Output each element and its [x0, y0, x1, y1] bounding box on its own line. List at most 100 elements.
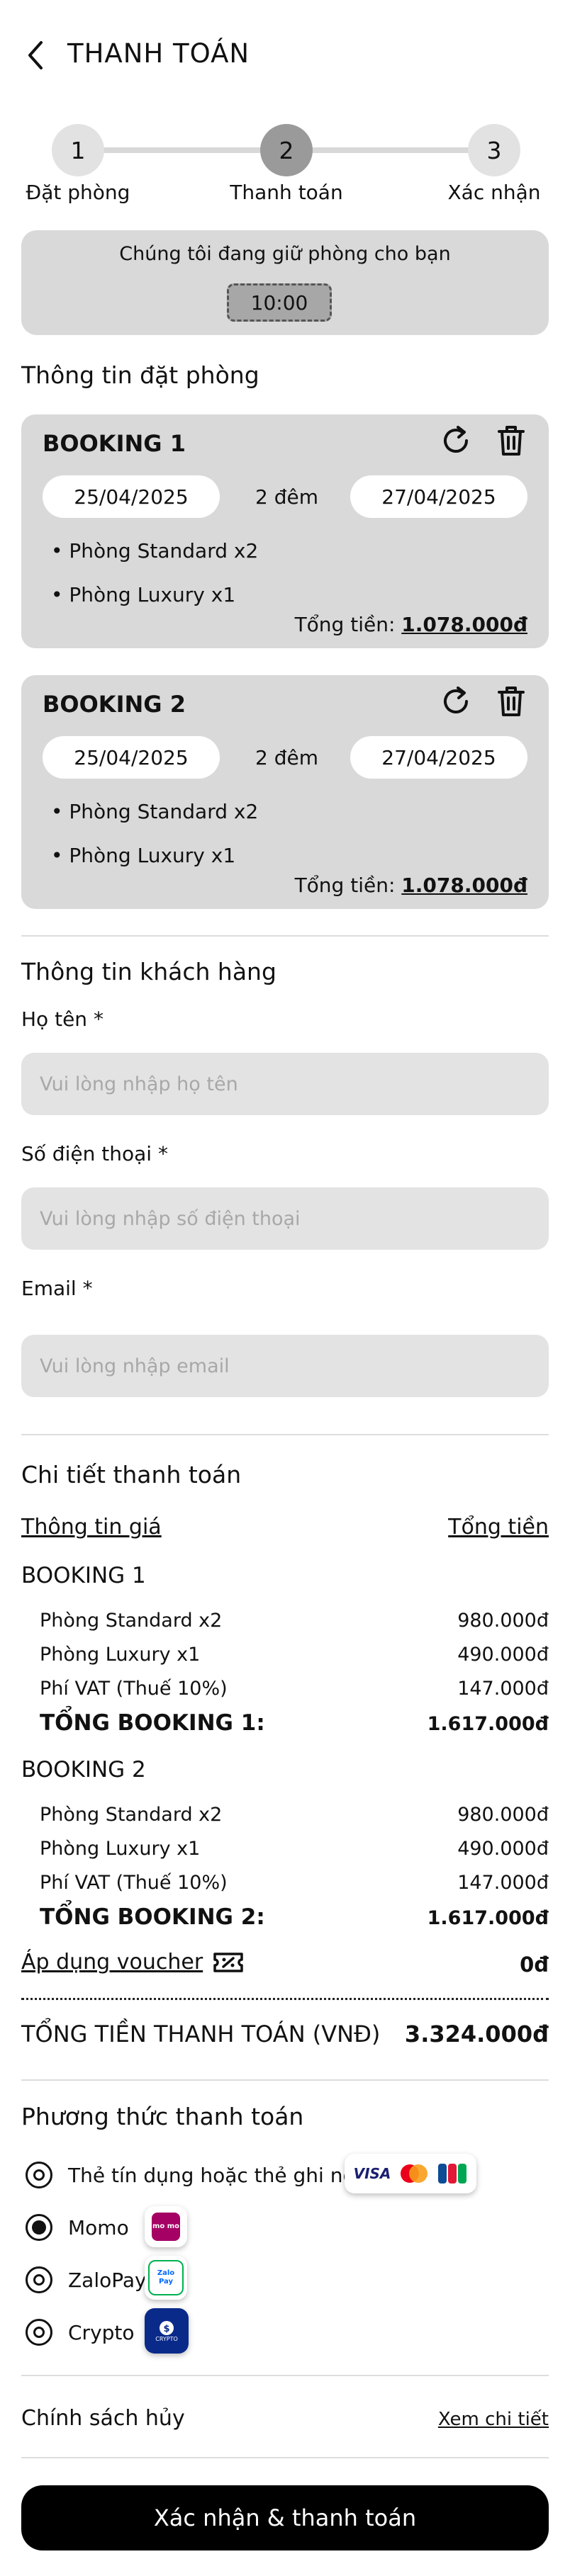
crypto-logo: $ CRYPTO — [155, 2320, 178, 2342]
page-title: THANH TOÁN — [67, 38, 250, 69]
payment-option-zalopay[interactable]: ZaloPay Zalo Pay — [26, 2256, 522, 2301]
payment-option-label: ZaloPay — [68, 2269, 147, 2292]
stepper: 1 2 3 Đặt phòng Thanh toán Xác nhận — [0, 120, 570, 213]
step-3-circle: 3 — [468, 124, 520, 176]
radio-button[interactable] — [26, 2162, 52, 2188]
hold-timer: 10:00 — [227, 283, 332, 322]
jcb-logo — [438, 2164, 467, 2184]
nights-count: 2 đêm — [255, 485, 318, 509]
price-row-label: Phòng Luxury x1 — [40, 1838, 201, 1860]
nights-count: 2 đêm — [255, 746, 318, 769]
voucher-ticket-icon — [213, 1952, 243, 1972]
voucher-label: Áp dụng voucher — [21, 1950, 203, 1975]
trash-icon[interactable] — [495, 684, 527, 722]
divider — [21, 2457, 549, 2458]
phone-field[interactable] — [21, 1187, 549, 1250]
payment-option-label: Thẻ tín dụng hoặc thẻ ghi nợ — [68, 2164, 355, 2187]
payment-option-crypto[interactable]: Crypto $ CRYPTO — [26, 2308, 522, 2354]
dotted-divider — [21, 1998, 549, 2000]
booking-subtotal-label: TỔNG BOOKING 2: — [40, 1904, 265, 1930]
price-row-label: Phí VAT (Thuế 10%) — [40, 1678, 228, 1700]
booking-card: BOOKING 2 25/04/2025 2 đêm 27/04/2025 • … — [21, 675, 549, 909]
booking-card: BOOKING 1 25/04/2025 2 đêm 27/04/2025 • … — [21, 414, 549, 648]
zalopay-logo: Zalo Pay — [148, 2260, 184, 2295]
price-row-label: Phòng Standard x2 — [40, 1610, 223, 1632]
hold-message: Chúng tôi đang giữ phòng cho bạn — [119, 243, 451, 265]
grand-total-value: 3.324.000đ — [404, 2021, 549, 2047]
visa-logo: VISA — [353, 2165, 391, 2182]
view-details-link[interactable]: Xem chi tiết — [438, 2409, 549, 2430]
cancel-policy-title: Chính sách hủy — [21, 2406, 185, 2431]
checkout-date[interactable]: 27/04/2025 — [350, 475, 527, 518]
booking-section-title: Thông tin đặt phòng — [21, 361, 259, 389]
price-info-header: Thông tin giá — [21, 1515, 162, 1540]
room-item: • Phòng Standard x2 — [51, 800, 259, 823]
checkin-date[interactable]: 25/04/2025 — [43, 475, 220, 518]
price-row-value: 490.000đ — [457, 1644, 549, 1666]
total-header: Tổng tiền — [448, 1515, 549, 1540]
payment-methods-title: Phương thức thanh toán — [21, 2103, 304, 2130]
step-1-circle: 1 — [52, 124, 104, 176]
back-button[interactable] — [21, 35, 50, 75]
phone-label: Số điện thoại * — [21, 1142, 168, 1165]
name-label: Họ tên * — [21, 1007, 104, 1031]
divider — [21, 2375, 549, 2376]
price-row-label: Phí VAT (Thuế 10%) — [40, 1872, 228, 1894]
zalopay-logo-icon: Zalo Pay — [145, 2256, 187, 2300]
checkout-date[interactable]: 27/04/2025 — [350, 736, 527, 779]
booking-subtotal-value: 1.617.000đ — [427, 1907, 549, 1929]
radio-button[interactable] — [26, 2319, 52, 2346]
payment-option-label: Momo — [68, 2216, 129, 2239]
mastercard-logo — [401, 2164, 428, 2183]
checkin-date[interactable]: 25/04/2025 — [43, 736, 220, 779]
divider — [21, 1434, 549, 1435]
booking-total: Tổng tiền: 1.078.000đ — [294, 874, 527, 897]
step-3-label: Xác nhận — [447, 181, 541, 204]
booking-total: Tổng tiền: 1.078.000đ — [294, 613, 527, 636]
price-row-value: 980.000đ — [457, 1610, 549, 1632]
divider — [21, 935, 549, 937]
room-item: • Phòng Luxury x1 — [51, 583, 236, 606]
payment-option-momo[interactable]: Momo mo mo — [26, 2206, 522, 2249]
crypto-coin-icon: $ — [160, 2320, 174, 2335]
chevron-left-icon — [28, 41, 43, 69]
refresh-icon[interactable] — [438, 684, 474, 722]
booking-title: BOOKING 1 — [43, 430, 186, 457]
email-label: Email * — [21, 1277, 93, 1300]
detail-booking-title: BOOKING 2 — [21, 1757, 146, 1783]
crypto-logo-icon: $ CRYPTO — [145, 2308, 189, 2354]
email-field[interactable] — [21, 1335, 549, 1397]
step-2-label: Thanh toán — [230, 181, 343, 204]
price-row-label: Phòng Luxury x1 — [40, 1644, 201, 1666]
payment-detail-title: Chi tiết thanh toán — [21, 1461, 242, 1488]
radio-button[interactable] — [26, 2266, 52, 2293]
divider — [21, 2079, 549, 2081]
price-row-value: 147.000đ — [457, 1678, 549, 1700]
momo-logo: mo mo — [152, 2213, 180, 2241]
step-2-circle: 2 — [260, 124, 313, 176]
radio-button[interactable] — [26, 2214, 52, 2241]
booking-subtotal-label: TỔNG BOOKING 1: — [40, 1710, 265, 1736]
booking-subtotal-value: 1.617.000đ — [427, 1713, 549, 1735]
svg-text:$: $ — [163, 2324, 169, 2334]
room-item: • Phòng Luxury x1 — [51, 844, 236, 867]
refresh-icon[interactable] — [438, 423, 474, 461]
booking-title: BOOKING 2 — [43, 691, 186, 718]
payment-option-label: Crypto — [68, 2321, 135, 2344]
detail-booking-title: BOOKING 1 — [21, 1563, 146, 1588]
voucher-value: 0đ — [520, 1953, 549, 1977]
price-row-label: Phòng Standard x2 — [40, 1804, 223, 1826]
step-1-label: Đặt phòng — [26, 181, 130, 204]
card-logos-icon: VISA — [345, 2154, 476, 2193]
voucher-button[interactable]: Áp dụng voucher — [21, 1950, 244, 1975]
price-row-value: 490.000đ — [457, 1838, 549, 1860]
name-field[interactable] — [21, 1053, 549, 1115]
confirm-pay-button[interactable]: Xác nhận & thanh toán — [21, 2485, 549, 2550]
payment-option-card[interactable]: Thẻ tín dụng hoặc thẻ ghi nợ VISA — [26, 2154, 522, 2196]
price-row-value: 980.000đ — [457, 1804, 549, 1826]
grand-total-label: TỔNG TIỀN THANH TOÁN (VNĐ) — [21, 2021, 381, 2047]
customer-section-title: Thông tin khách hàng — [21, 958, 276, 985]
trash-icon[interactable] — [495, 423, 527, 461]
momo-logo-icon: mo mo — [145, 2206, 187, 2247]
price-row-value: 147.000đ — [457, 1872, 549, 1894]
